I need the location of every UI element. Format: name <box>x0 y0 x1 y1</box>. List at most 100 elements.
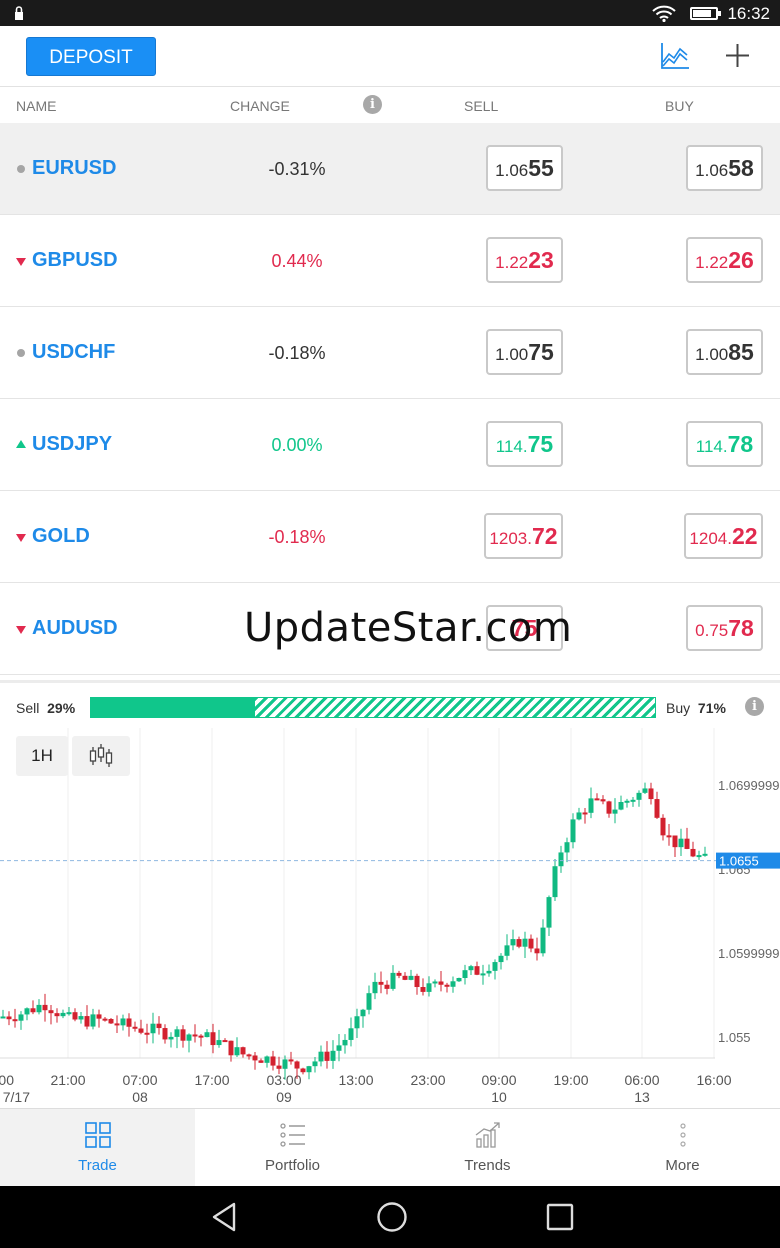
nav-trends[interactable]: Trends <box>390 1109 585 1187</box>
candle-body <box>246 1054 252 1057</box>
trends-icon <box>475 1122 500 1148</box>
sell-price-button[interactable]: 1.2223 <box>486 237 563 283</box>
candle-body <box>48 1010 54 1014</box>
candle-body <box>498 955 504 963</box>
nav-label: Trade <box>78 1157 117 1174</box>
instrument-row-gbpusd[interactable]: GBPUSD 0.44% 1.2223 1.2226 <box>0 215 780 307</box>
candle-body <box>600 799 606 802</box>
chart-type-button[interactable] <box>72 736 130 776</box>
sell-price-button[interactable]: 114.75 <box>486 421 563 467</box>
candle-body <box>414 975 420 988</box>
nav-portfolio[interactable]: Portfolio <box>195 1109 390 1187</box>
y-tick-label: 1.055 <box>718 1030 751 1045</box>
chart-icon[interactable] <box>660 42 690 70</box>
candle-body <box>648 788 654 800</box>
buy-price-button[interactable]: 114.78 <box>686 421 763 467</box>
candle-body <box>624 800 630 803</box>
sell-price-button[interactable]: 1.0655 <box>486 145 563 191</box>
x-tick-label: 07:00 <box>122 1072 157 1088</box>
buy-price-button[interactable]: 1.2226 <box>686 237 763 283</box>
candle-body <box>522 938 528 947</box>
current-price-label: 1.0655 <box>719 854 759 869</box>
candlestick-icon <box>89 744 113 767</box>
candle-body <box>330 1050 336 1061</box>
timeframe-button[interactable]: 1H <box>16 736 68 776</box>
candle-body <box>390 972 396 989</box>
add-icon[interactable] <box>725 43 750 68</box>
candle-body <box>402 975 408 980</box>
instrument-name: USDJPY <box>32 433 113 455</box>
down-arrow-icon <box>16 534 26 542</box>
neutral-dot-icon <box>17 349 25 357</box>
candle-body <box>42 1004 48 1011</box>
candle-body <box>468 966 474 971</box>
deposit-button[interactable]: DEPOSIT <box>26 37 156 76</box>
nav-trade[interactable]: Trade <box>0 1109 195 1187</box>
x-tick-label: 23:00 <box>410 1072 445 1088</box>
candlestick-chart[interactable]: 007/17 21:00 07:0008 17:00 03:0009 13:00 23:00… <box>0 728 780 1108</box>
candle-body <box>576 812 582 820</box>
nav-label: Trends <box>464 1157 511 1174</box>
candle-body <box>456 978 462 982</box>
candle-body <box>132 1026 138 1029</box>
sentiment-info-icon[interactable]: i <box>745 697 764 716</box>
wifi-icon <box>652 5 676 22</box>
sell-price-small: 1.00 <box>495 345 529 364</box>
back-icon[interactable] <box>210 1202 238 1232</box>
candle-body <box>654 799 660 818</box>
candle-body <box>636 792 642 800</box>
candle-body <box>696 855 702 858</box>
candle-body <box>240 1047 246 1055</box>
x-tick-label: 17:00 <box>194 1072 229 1088</box>
candle-body <box>114 1023 120 1026</box>
sell-price-big: 23 <box>528 247 554 273</box>
buy-price-button[interactable]: 1204.22 <box>684 513 763 559</box>
candle-body <box>54 1013 60 1017</box>
buy-price-small: 114. <box>695 437 728 456</box>
candle-body <box>78 1016 84 1020</box>
buy-price-small: 1.00 <box>695 345 729 364</box>
sell-price-small: 1.06 <box>495 161 529 180</box>
candle-body <box>282 1059 288 1069</box>
info-icon[interactable]: i <box>363 95 382 114</box>
candle-body <box>186 1034 192 1041</box>
candle-body <box>192 1034 198 1037</box>
instrument-row-eurusd[interactable]: EURUSD -0.31% 1.0655 1.0658 <box>0 123 780 215</box>
candle-body <box>126 1018 132 1027</box>
candle-body <box>174 1029 180 1037</box>
candle-body <box>288 1059 294 1062</box>
nav-more[interactable]: More <box>585 1109 780 1187</box>
more-icon <box>680 1123 686 1147</box>
instrument-change: -0.18% <box>268 343 326 363</box>
candle-body <box>516 939 522 947</box>
home-icon[interactable] <box>376 1201 408 1233</box>
instrument-row-usdchf[interactable]: USDCHF -0.18% 1.0075 1.0085 <box>0 307 780 399</box>
x-tick-label: 00 <box>0 1072 14 1088</box>
candle-body <box>408 975 414 980</box>
candle-body <box>564 842 570 853</box>
candle-body <box>18 1014 24 1021</box>
candle-body <box>306 1066 312 1073</box>
candle-body <box>606 801 612 814</box>
candle-body <box>666 835 672 838</box>
status-time: 16:32 <box>727 4 770 23</box>
neutral-dot-icon <box>17 165 25 173</box>
sell-price-button[interactable]: 1203.72 <box>484 513 563 559</box>
instrument-row-usdjpy[interactable]: USDJPY 0.00% 114.75 114.78 <box>0 399 780 491</box>
candle-body <box>252 1055 258 1061</box>
buy-price-button[interactable]: 1.0658 <box>686 145 763 191</box>
instrument-change: -0.31% <box>268 159 326 179</box>
lock-icon <box>15 6 23 20</box>
buy-sentiment: Buy 71% <box>666 700 726 716</box>
candle-body <box>24 1008 30 1015</box>
recents-icon[interactable] <box>546 1203 574 1231</box>
top-toolbar: DEPOSIT <box>0 26 780 87</box>
instrument-row-gold[interactable]: GOLD -0.18% 1203.72 1204.22 <box>0 491 780 583</box>
price-chart[interactable]: 00 7/17 21:00 07:00 08 17:00 03:00 09 13:00 23:00… <box>0 728 780 1108</box>
buy-price-button[interactable]: 1.0085 <box>686 329 763 375</box>
candle-body <box>30 1008 36 1013</box>
system-navigation-bar <box>0 1186 780 1248</box>
buy-price-button[interactable]: 0.7578 <box>686 605 763 651</box>
candle-body <box>630 799 636 802</box>
sell-price-button[interactable]: 1.0075 <box>486 329 563 375</box>
